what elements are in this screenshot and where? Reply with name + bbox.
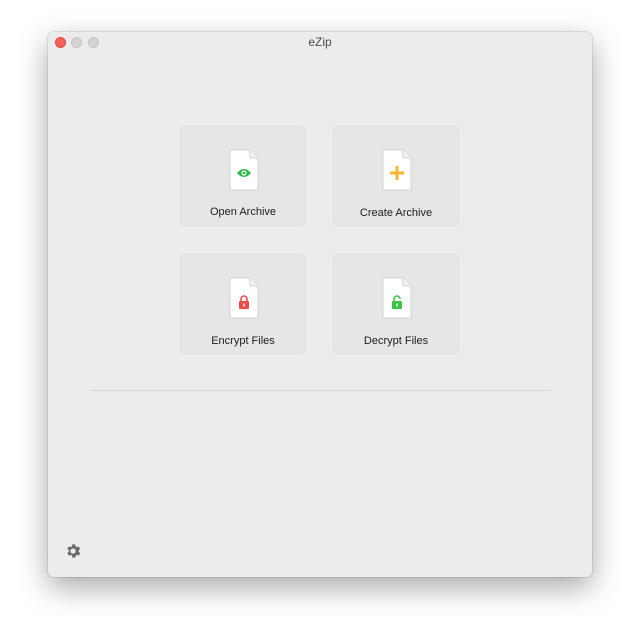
divider — [91, 390, 550, 391]
decrypt-files-button[interactable]: Decrypt Files — [333, 254, 459, 354]
open-archive-label: Open Archive — [209, 206, 277, 218]
unlock-icon — [392, 295, 402, 309]
eye-icon — [237, 169, 251, 177]
plus-icon — [390, 166, 404, 180]
window-title: eZip — [308, 35, 332, 49]
encrypt-files-label: Encrypt Files — [211, 335, 275, 347]
create-archive-button[interactable]: Create Archive — [333, 126, 459, 226]
open-archive-button[interactable]: Open Archive — [180, 126, 306, 226]
gear-icon[interactable] — [64, 542, 82, 560]
decrypt-files-label: Decrypt Files — [363, 335, 429, 347]
lock-icon — [239, 295, 249, 309]
app-window: eZip Open Archive Create Archive Encrypt… — [48, 32, 592, 577]
title-bar[interactable]: eZip — [48, 32, 592, 52]
encrypt-files-button[interactable]: Encrypt Files — [180, 254, 306, 354]
create-archive-label: Create Archive — [359, 207, 433, 219]
